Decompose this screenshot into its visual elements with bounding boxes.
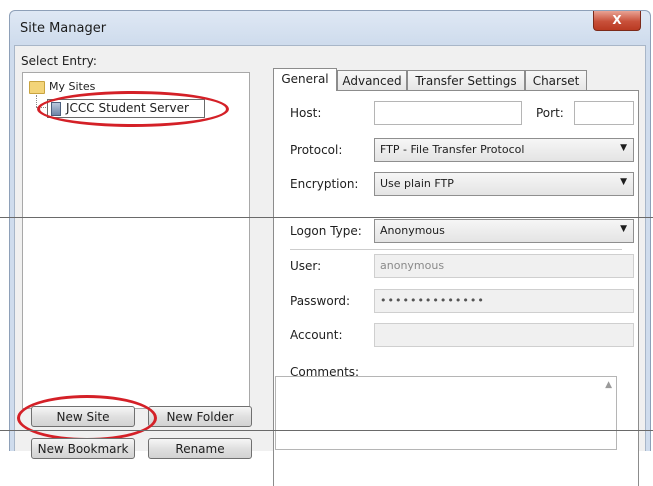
- encryption-select[interactable]: Use plain FTP ▼: [374, 172, 634, 196]
- user-value: anonymous: [380, 259, 445, 272]
- tab-charset[interactable]: Charset: [525, 70, 587, 90]
- tab-transfer-settings[interactable]: Transfer Settings: [407, 70, 525, 90]
- account-input[interactable]: [374, 323, 634, 347]
- tree-item-label: JCCC Student Server: [66, 101, 189, 115]
- protocol-value: FTP - File Transfer Protocol: [380, 143, 525, 156]
- title-bar: Site Manager X: [10, 11, 650, 45]
- guide-line-lower: [0, 430, 653, 431]
- scroll-up-icon[interactable]: ▲: [605, 380, 612, 390]
- server-icon: [51, 102, 61, 116]
- port-label: Port:: [536, 106, 564, 120]
- tree-item-jccc-student-server[interactable]: JCCC Student Server: [47, 99, 205, 118]
- host-label: Host:: [290, 106, 322, 120]
- tree-root-label: My Sites: [49, 80, 96, 93]
- new-folder-label: New Folder: [166, 410, 234, 424]
- tab-general-label: General: [281, 72, 329, 86]
- dropdown-arrow-icon: ▼: [620, 224, 627, 234]
- tab-transfer-settings-label: Transfer Settings: [415, 74, 517, 88]
- new-bookmark-button[interactable]: New Bookmark: [31, 438, 135, 459]
- dropdown-arrow-icon: ▼: [620, 143, 627, 153]
- port-input[interactable]: [574, 101, 634, 125]
- tree-connector-h: [36, 107, 46, 108]
- user-label: User:: [290, 259, 322, 273]
- new-site-button[interactable]: New Site: [31, 406, 135, 427]
- tab-general[interactable]: General: [273, 68, 337, 91]
- new-folder-button[interactable]: New Folder: [148, 406, 252, 427]
- window-title: Site Manager: [20, 21, 107, 36]
- user-input[interactable]: anonymous: [374, 254, 634, 278]
- select-entry-label: Select Entry:: [21, 54, 97, 68]
- password-input[interactable]: ••••••••••••••: [374, 289, 634, 313]
- section-divider: [290, 249, 622, 250]
- site-tree[interactable]: My Sites JCCC Student Server: [22, 72, 250, 409]
- new-site-label: New Site: [56, 410, 110, 424]
- new-bookmark-label: New Bookmark: [37, 442, 129, 456]
- encryption-value: Use plain FTP: [380, 177, 454, 190]
- logon-type-select[interactable]: Anonymous ▼: [374, 219, 634, 243]
- comments-textarea[interactable]: ▲: [275, 376, 617, 450]
- logon-type-label: Logon Type:: [290, 224, 362, 238]
- rename-label: Rename: [175, 442, 225, 456]
- guide-line-upper: [0, 217, 653, 218]
- dropdown-arrow-icon: ▼: [620, 177, 627, 187]
- rename-button[interactable]: Rename: [148, 438, 252, 459]
- host-input[interactable]: [374, 101, 522, 125]
- close-button[interactable]: X: [593, 11, 641, 31]
- close-icon: X: [612, 13, 622, 27]
- tab-advanced-label: Advanced: [342, 74, 402, 88]
- logon-type-value: Anonymous: [380, 224, 445, 237]
- protocol-select[interactable]: FTP - File Transfer Protocol ▼: [374, 138, 634, 162]
- tab-advanced[interactable]: Advanced: [337, 70, 407, 90]
- folder-icon: [29, 81, 45, 94]
- encryption-label: Encryption:: [290, 177, 359, 191]
- account-label: Account:: [290, 328, 343, 342]
- password-value: ••••••••••••••: [380, 294, 485, 307]
- password-label: Password:: [290, 294, 351, 308]
- protocol-label: Protocol:: [290, 143, 343, 157]
- tab-charset-label: Charset: [532, 74, 580, 88]
- tree-connector: [36, 95, 37, 107]
